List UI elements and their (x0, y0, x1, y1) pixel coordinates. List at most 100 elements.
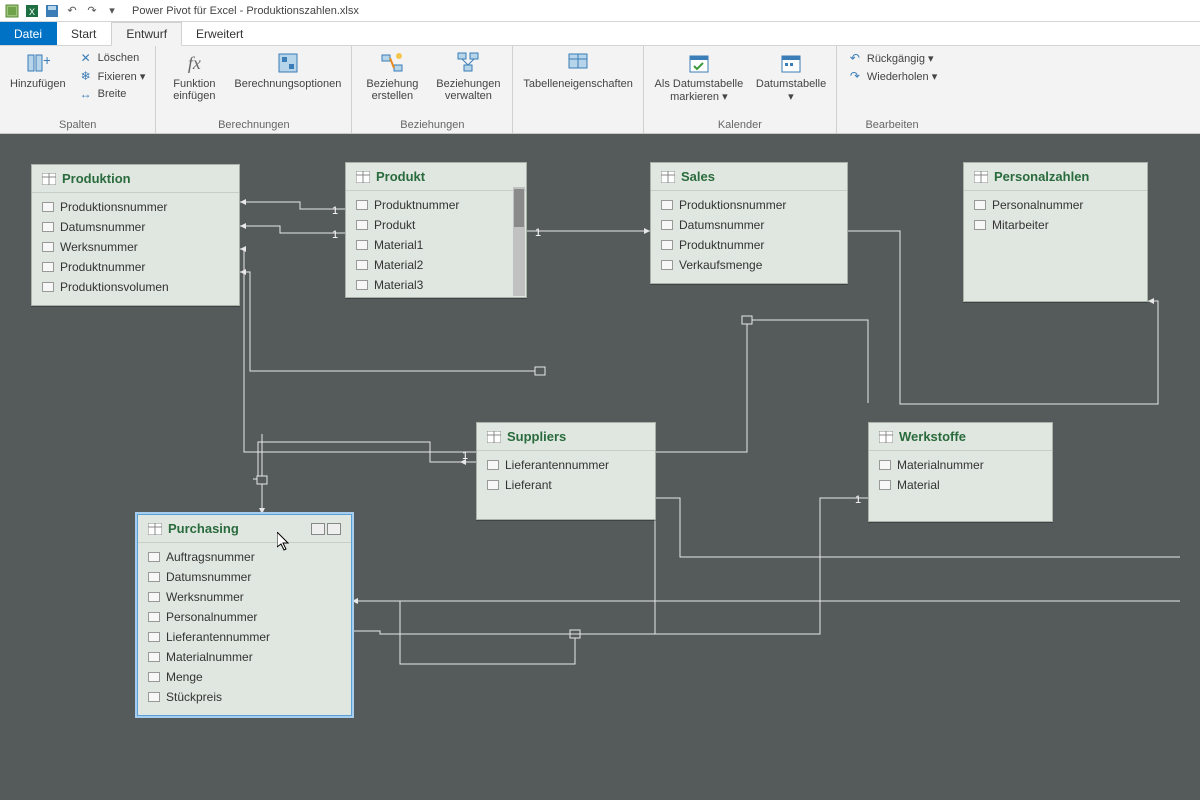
column-icon (974, 220, 986, 230)
column-icon (974, 200, 986, 210)
table-werkstoffe[interactable]: Werkstoffe Materialnummer Material (868, 422, 1053, 522)
svg-text:1: 1 (462, 450, 468, 462)
column-item[interactable]: Produktionsnummer (651, 195, 847, 215)
group-label-spalten: Spalten (59, 119, 96, 131)
scrollbar[interactable] (513, 187, 525, 296)
column-item[interactable]: Datumsnummer (651, 215, 847, 235)
group-label-kalender: Kalender (718, 119, 762, 131)
column-item[interactable]: Werksnummer (138, 587, 351, 607)
undo-icon[interactable]: ↶ (64, 3, 80, 19)
diagram-canvas[interactable]: 1 1 1 1 1 Produktion Pr (0, 134, 1200, 800)
column-item[interactable]: Materialnummer (869, 455, 1052, 475)
calendar-icon (778, 50, 804, 76)
column-item[interactable]: Mitarbeiter (964, 215, 1147, 235)
column-item[interactable]: Produktnummer (346, 195, 526, 215)
date-table-button[interactable]: Datumstabelle ▾ (756, 50, 826, 103)
manage-relationships-button[interactable]: Beziehungen verwalten (434, 50, 502, 102)
column-item[interactable]: Stückpreis (138, 687, 351, 707)
column-item[interactable]: Werksnummer (32, 237, 239, 257)
table-properties-icon (565, 50, 591, 76)
scrollbar-thumb[interactable] (514, 189, 524, 227)
table-icon (661, 171, 675, 183)
column-item[interactable]: Personalnummer (138, 607, 351, 627)
svg-text:X: X (29, 7, 35, 17)
column-item[interactable]: Material1 (346, 235, 526, 255)
column-item[interactable]: Lieferantennummer (138, 627, 351, 647)
column-item[interactable]: Materialnummer (138, 647, 351, 667)
column-width-button[interactable]: ↔Breite (78, 86, 127, 102)
group-kalender: Als Datumstabelle markieren ▾ Datumstabe… (644, 46, 837, 133)
redo-icon[interactable]: ↷ (84, 3, 100, 19)
create-relationship-button[interactable]: Beziehung erstellen (362, 50, 422, 102)
table-icon (487, 431, 501, 443)
manage-relationships-icon (455, 50, 481, 76)
column-item[interactable]: Personalnummer (964, 195, 1147, 215)
tab-entwurf[interactable]: Entwurf (111, 22, 182, 46)
view-grid-icon[interactable] (311, 523, 325, 535)
column-item[interactable]: Lieferant (477, 475, 655, 495)
excel-icon: X (24, 3, 40, 19)
table-purchasing[interactable]: Purchasing Auftragsnummer Datumsnummer W… (137, 514, 352, 716)
add-column-button[interactable]: + Hinzufügen (10, 50, 66, 90)
calc-options-button[interactable]: Berechnungsoptionen (234, 50, 341, 90)
column-item[interactable]: Produktionsvolumen (32, 277, 239, 297)
freeze-column-button[interactable]: ❄Fixieren ▾ (78, 68, 146, 84)
column-icon (487, 460, 499, 470)
column-icon (148, 552, 160, 562)
insert-function-button[interactable]: fx Funktion einfügen (166, 50, 222, 102)
mark-date-table-button[interactable]: Als Datumstabelle markieren ▾ (654, 50, 744, 103)
table-properties-button[interactable]: Tabelleneigenschaften (523, 50, 632, 90)
add-column-icon: + (25, 50, 51, 76)
column-icon (661, 240, 673, 250)
table-suppliers[interactable]: Suppliers Lieferantennummer Lieferant (476, 422, 656, 520)
column-icon (42, 222, 54, 232)
powerpivot-icon (4, 3, 20, 19)
column-item[interactable]: Menge (138, 667, 351, 687)
table-view-toggle[interactable] (311, 523, 341, 535)
column-icon (148, 632, 160, 642)
column-item[interactable]: Verkaufsmenge (651, 255, 847, 275)
column-icon (148, 592, 160, 602)
column-item[interactable]: Produktionsnummer (32, 197, 239, 217)
column-icon (356, 200, 368, 210)
table-title: Produkt (376, 169, 425, 184)
table-title: Werkstoffe (899, 429, 966, 444)
column-item[interactable]: Auftragsnummer (138, 547, 351, 567)
column-item[interactable]: Produktnummer (651, 235, 847, 255)
svg-text:1: 1 (332, 229, 338, 241)
redo-button[interactable]: ↷Wiederholen ▾ (847, 68, 937, 84)
column-item[interactable]: Material (869, 475, 1052, 495)
column-icon (148, 612, 160, 622)
tab-datei[interactable]: Datei (0, 22, 57, 45)
table-produktion[interactable]: Produktion Produktionsnummer Datumsnumme… (31, 164, 240, 306)
qat-dropdown-icon[interactable]: ▾ (104, 3, 120, 19)
save-icon[interactable] (44, 3, 60, 19)
table-personalzahlen[interactable]: Personalzahlen Personalnummer Mitarbeite… (963, 162, 1148, 302)
column-icon (356, 280, 368, 290)
table-icon (148, 523, 162, 535)
group-bearbeiten: ↶Rückgängig ▾ ↷Wiederholen ▾ Bearbeiten (837, 46, 947, 133)
table-produkt[interactable]: Produkt Produktnummer Produkt Material1 … (345, 162, 527, 298)
column-item[interactable]: Produkt (346, 215, 526, 235)
add-column-label: Hinzufügen (10, 78, 66, 90)
column-item[interactable]: Datumsnummer (138, 567, 351, 587)
column-icon (487, 480, 499, 490)
svg-text:1: 1 (535, 227, 541, 239)
view-list-icon[interactable] (327, 523, 341, 535)
redo-icon: ↷ (847, 68, 863, 84)
column-item[interactable]: Datumsnummer (32, 217, 239, 237)
tab-erweitert[interactable]: Erweitert (182, 22, 258, 45)
undo-button[interactable]: ↶Rückgängig ▾ (847, 50, 934, 66)
column-item[interactable]: Lieferantennummer (477, 455, 655, 475)
calc-options-icon (275, 50, 301, 76)
column-item[interactable]: Material3 (346, 275, 526, 295)
tab-start[interactable]: Start (57, 22, 111, 45)
table-sales[interactable]: Sales Produktionsnummer Datumsnummer Pro… (650, 162, 848, 284)
create-relationship-icon (379, 50, 405, 76)
table-title: Produktion (62, 171, 131, 186)
freeze-icon: ❄ (78, 68, 94, 84)
group-tabellen: Tabelleneigenschaften (513, 46, 643, 133)
delete-column-button[interactable]: ✕Löschen (78, 50, 140, 66)
column-item[interactable]: Produktnummer (32, 257, 239, 277)
column-item[interactable]: Material2 (346, 255, 526, 275)
